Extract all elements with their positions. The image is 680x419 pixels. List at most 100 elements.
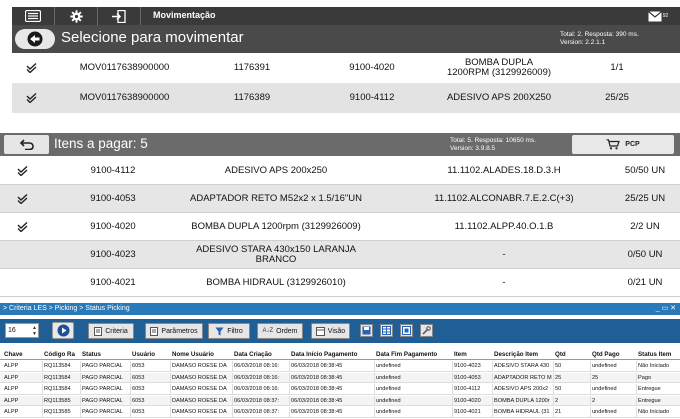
item-location: - bbox=[502, 276, 506, 288]
top-bar: Movimentação 92 bbox=[12, 7, 680, 25]
items-header: Itens a pagar: 5 Total: 5. Resposta: 106… bbox=[0, 133, 680, 156]
movement-row[interactable]: MOV0117638900000 1176389 9100-4112 ADESI… bbox=[12, 83, 680, 113]
page-size-value: 16 bbox=[8, 327, 16, 334]
table-cell: 06/03/2018 08:38:45 bbox=[291, 386, 343, 392]
response-total: Total: 5. Resposta: 10650 ms. bbox=[450, 137, 536, 144]
item-qty: 25/25 UN bbox=[624, 192, 666, 204]
table-row[interactable]: ALPP RQ113585 PAGO PARCIAL 6053 DAMASO ROESE… bbox=[0, 407, 680, 418]
column-header[interactable]: Qtd Pago bbox=[592, 351, 636, 358]
pay-item-row[interactable]: 9100-4020 BOMBA DUPLA 1200rpm (3129926009… bbox=[0, 213, 680, 241]
table-cell: 06/03/2018 08:37: bbox=[234, 397, 280, 404]
parameters-button[interactable]: Parâmetros bbox=[145, 323, 203, 339]
check-icon bbox=[12, 53, 52, 83]
pay-item-row[interactable]: 9100-4112 ADESIVO APS 200x250 11.1102.ALAD… bbox=[0, 157, 680, 185]
column-divider bbox=[232, 407, 233, 417]
check-icon bbox=[8, 185, 38, 212]
table-cell: ALPP bbox=[4, 374, 19, 381]
table-row[interactable]: ALPP RQ113584 PAGO PARCIAL 6053 DAMASO ROESE… bbox=[0, 384, 680, 395]
table-row[interactable]: ALPP RQ113585 PAGO PARCIAL 6053 DAMASO ROESE… bbox=[0, 395, 680, 406]
mail-badge: 92 bbox=[662, 13, 669, 19]
column-divider bbox=[636, 395, 637, 405]
tools-button[interactable] bbox=[420, 324, 433, 337]
view-button[interactable]: Visão bbox=[311, 323, 350, 339]
mail-button[interactable]: 92 bbox=[640, 7, 676, 25]
table-cell: RQ113585 bbox=[44, 409, 71, 415]
column-header[interactable]: Qtd bbox=[555, 351, 590, 358]
table-cell: 06/03/2018 08:16: bbox=[234, 363, 280, 369]
document-icon bbox=[94, 326, 103, 336]
response-total: Total: 2. Resposta: 390 ms. bbox=[560, 31, 639, 38]
table-cell: ADAPTADOR RETO M bbox=[494, 374, 552, 381]
movement-row[interactable]: MOV0117638900000 1176391 9100-4020 BOMBA… bbox=[12, 53, 680, 83]
table-cell: 06/03/2018 08:38:45 bbox=[291, 374, 343, 381]
breadcrumb: > Criteria LES > Picking > Status Pickin… bbox=[0, 303, 680, 315]
column-header[interactable]: Descrição Item bbox=[494, 351, 553, 358]
column-divider bbox=[553, 395, 554, 405]
pay-item-row[interactable]: 9100-4053 ADAPTADOR RETO M52x2 x 1.5/16"U… bbox=[0, 185, 680, 213]
table-cell: 6053 bbox=[132, 363, 145, 369]
page-size-select[interactable]: 16 ▲ ▼ bbox=[5, 323, 39, 338]
table-cell: 6053 bbox=[132, 374, 145, 381]
menu-button[interactable] bbox=[12, 7, 54, 25]
export-button[interactable] bbox=[380, 324, 393, 337]
pay-item-row[interactable]: 9100-4023 ADESIVO STARA 430x150 LARANJA B… bbox=[0, 241, 680, 269]
filter-button[interactable]: Filtro bbox=[208, 323, 250, 339]
settings-button[interactable] bbox=[55, 7, 97, 25]
table-cell: undefined bbox=[592, 409, 617, 415]
back-button[interactable] bbox=[15, 29, 55, 49]
column-header[interactable]: Data Criação bbox=[234, 351, 290, 358]
column-divider bbox=[374, 384, 375, 394]
criteria-button[interactable]: Criteria bbox=[88, 323, 134, 339]
spreadsheet-icon bbox=[382, 326, 391, 335]
column-header[interactable]: Código Ra bbox=[44, 351, 81, 358]
table-row[interactable]: ALPP RQ113584 PAGO PARCIAL 6053 DAMASO ROESE… bbox=[0, 372, 680, 383]
column-divider bbox=[452, 395, 453, 405]
window-controls[interactable]: _ ▭ ✕ bbox=[656, 303, 676, 315]
run-button[interactable] bbox=[52, 322, 74, 339]
column-header[interactable]: Data Início Pagamento bbox=[291, 351, 375, 358]
table-row[interactable]: ALPP RQ113584 PAGO PARCIAL 6053 DAMASO ROESE… bbox=[0, 361, 680, 372]
column-header[interactable]: Status bbox=[82, 351, 130, 358]
column-divider bbox=[42, 361, 43, 371]
order-button[interactable]: A↓Z Ordem bbox=[257, 323, 303, 339]
item-desc: ADESIVO APS 200x250 bbox=[224, 164, 328, 176]
table-cell: PAGO PARCIAL bbox=[82, 363, 123, 369]
column-divider bbox=[42, 395, 43, 405]
column-divider bbox=[374, 395, 375, 405]
table-cell: ADESIVO STARA 430 bbox=[494, 363, 550, 369]
table-cell: 6053 bbox=[132, 397, 145, 404]
save-button[interactable] bbox=[360, 324, 373, 337]
table-cell: DAMASO ROESE DA bbox=[172, 386, 227, 392]
column-header[interactable]: Item bbox=[454, 351, 492, 358]
column-header[interactable]: Nome Usuário bbox=[172, 351, 232, 358]
item-ref: 9100-4112 bbox=[90, 164, 136, 176]
column-header[interactable]: Usuário bbox=[132, 351, 170, 358]
column-header[interactable]: Chave bbox=[4, 351, 42, 358]
exit-button[interactable] bbox=[98, 7, 140, 25]
back-button[interactable] bbox=[4, 135, 49, 154]
cart-icon bbox=[606, 139, 621, 150]
item-location: 11.1102.ALADES.18.D.3.H bbox=[447, 164, 561, 176]
filter-label: Filtro bbox=[227, 327, 243, 335]
window-button[interactable] bbox=[400, 324, 413, 337]
column-divider bbox=[170, 407, 171, 417]
column-divider bbox=[170, 384, 171, 394]
column-divider bbox=[374, 407, 375, 417]
table-cell: Entregue bbox=[638, 397, 661, 404]
pcp-button[interactable]: PCP bbox=[572, 135, 674, 154]
column-divider bbox=[42, 372, 43, 382]
spinner-icon[interactable]: ▲ ▼ bbox=[32, 325, 37, 337]
criteria-label: Criteria bbox=[105, 327, 128, 335]
column-divider bbox=[553, 361, 554, 371]
version-label: Version: 3.9.8.5 bbox=[450, 145, 496, 152]
column-divider bbox=[289, 372, 290, 382]
table-cell: 6053 bbox=[132, 409, 145, 415]
page-title: Itens a pagar: 5 bbox=[54, 136, 148, 151]
pay-item-row[interactable]: 9100-4021 BOMBA HIDRAUL (3129926010) - 0/21… bbox=[0, 269, 680, 297]
item-qty: 50/50 UN bbox=[624, 164, 666, 176]
column-divider bbox=[636, 361, 637, 371]
column-header[interactable]: Data Fim Pagamento bbox=[376, 351, 452, 358]
column-divider bbox=[492, 361, 493, 371]
column-header[interactable]: Status Item bbox=[638, 351, 680, 358]
item-ref: 9100-4112 bbox=[349, 92, 395, 103]
